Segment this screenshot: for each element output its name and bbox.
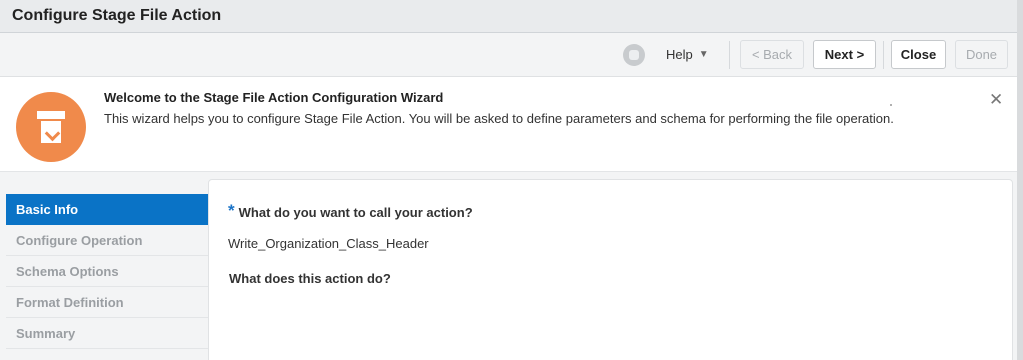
required-marker: * (228, 201, 235, 220)
step-configure-operation[interactable]: Configure Operation (6, 225, 208, 256)
help-menu[interactable]: Help ▼ (666, 47, 709, 62)
close-icon[interactable]: ✕ (989, 90, 1003, 110)
window-title: Configure Stage File Action (12, 7, 222, 24)
close-button[interactable]: Close (891, 40, 946, 69)
step-schema-options[interactable]: Schema Options (6, 256, 208, 287)
next-button[interactable]: Next > (813, 40, 876, 69)
window-scrollbar[interactable] (1017, 0, 1023, 360)
toolbar-divider (729, 41, 730, 69)
action-description-label: What does this action do? (229, 271, 391, 286)
action-name-question: * What do you want to call your action? (228, 201, 473, 221)
wizard-steps: Basic Info Configure Operation Schema Op… (6, 194, 208, 349)
done-button[interactable]: Done (955, 40, 1008, 69)
welcome-banner: Welcome to the Stage File Action Configu… (0, 77, 1023, 172)
step-summary[interactable]: Summary (6, 318, 208, 349)
toolbar-divider (883, 41, 884, 69)
title-bar: Configure Stage File Action (0, 0, 1023, 33)
step-basic-info[interactable]: Basic Info (6, 194, 208, 225)
action-name-field[interactable]: Write_Organization_Class_Header (228, 236, 429, 251)
basic-info-panel: * What do you want to call your action? … (208, 179, 1013, 360)
chevron-down-icon: ▼ (698, 49, 709, 60)
action-name-label: What do you want to call your action? (238, 204, 473, 220)
help-avatar-icon[interactable] (623, 44, 645, 66)
wizard-graduate-icon (16, 92, 86, 162)
step-format-definition[interactable]: Format Definition (6, 287, 208, 318)
toolbar: Help ▼ < Back Next > Close Done (0, 33, 1023, 77)
help-label: Help (666, 47, 693, 62)
banner-heading: Welcome to the Stage File Action Configu… (104, 90, 444, 105)
decorative-dot (890, 104, 892, 106)
back-button[interactable]: < Back (740, 40, 804, 69)
banner-description: This wizard helps you to configure Stage… (104, 111, 894, 126)
